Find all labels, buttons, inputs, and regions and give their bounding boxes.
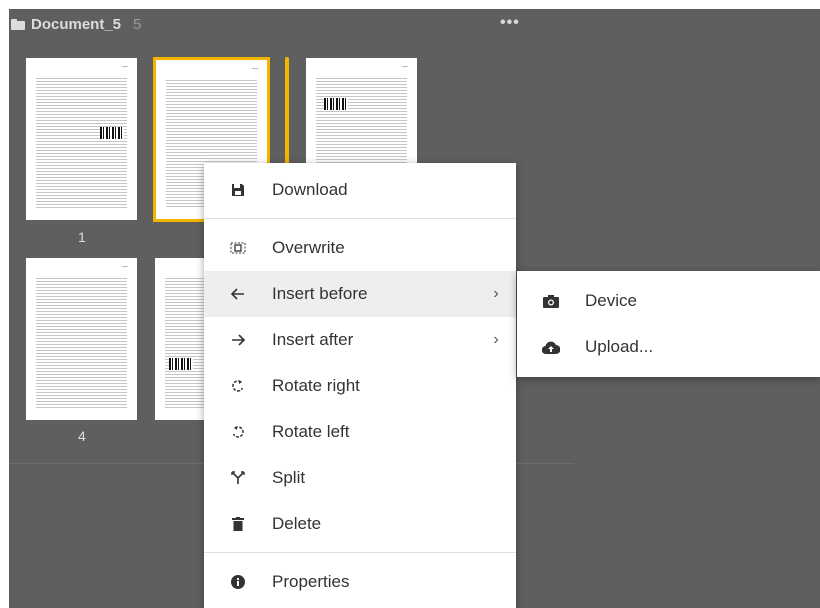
menu-item-properties[interactable]: Properties bbox=[204, 559, 516, 605]
menu-separator bbox=[204, 218, 516, 219]
menu-item-label: Rotate left bbox=[272, 422, 350, 441]
folder-header[interactable]: Document_5 5 bbox=[11, 14, 141, 34]
floppy-icon bbox=[204, 183, 272, 197]
more-horiz-icon[interactable]: ••• bbox=[500, 14, 520, 32]
submenu-item-label: Upload... bbox=[585, 337, 654, 356]
submenu-item-label: Device bbox=[585, 291, 637, 310]
page-thumbnail-4[interactable] bbox=[26, 258, 137, 420]
menu-item-rotate-right[interactable]: Rotate right bbox=[204, 363, 516, 409]
submenu-item-device[interactable]: Device bbox=[517, 278, 820, 324]
menu-item-label: Rotate right bbox=[272, 376, 360, 395]
menu-item-download[interactable]: Download bbox=[204, 167, 516, 213]
split-icon bbox=[204, 471, 272, 485]
page-text-lines bbox=[36, 276, 127, 408]
barcode-image bbox=[169, 358, 193, 370]
context-menu: Download Overwrite Insert before › Inser… bbox=[204, 163, 516, 608]
barcode-image bbox=[100, 127, 124, 139]
page-corner-icon bbox=[402, 66, 408, 71]
page-text-lines bbox=[36, 76, 127, 208]
menu-item-split[interactable]: Split bbox=[204, 455, 516, 501]
menu-item-insert-before[interactable]: Insert before › bbox=[204, 271, 516, 317]
menu-item-label: Split bbox=[272, 468, 306, 487]
folder-title: Document_5 bbox=[31, 15, 122, 33]
menu-item-label: Properties bbox=[272, 572, 350, 591]
chevron-right-icon: › bbox=[493, 285, 499, 302]
menu-item-overwrite[interactable]: Overwrite bbox=[204, 225, 516, 271]
page-thumbnail-1[interactable] bbox=[26, 58, 137, 220]
rotate-left-icon bbox=[204, 425, 272, 439]
trash-icon bbox=[204, 517, 272, 531]
info-icon bbox=[204, 575, 272, 589]
page-corner-icon bbox=[252, 68, 258, 73]
menu-item-label: Insert after bbox=[272, 330, 354, 349]
arrow-left-icon bbox=[204, 288, 272, 300]
menu-item-label: Delete bbox=[272, 514, 322, 533]
rotate-right-icon bbox=[204, 379, 272, 393]
chevron-right-icon: › bbox=[493, 331, 499, 348]
page-number-4: 4 bbox=[78, 428, 86, 444]
folder-icon bbox=[11, 18, 25, 30]
menu-item-delete[interactable]: Delete bbox=[204, 501, 516, 547]
insert-before-submenu: Device Upload... bbox=[517, 271, 820, 377]
submenu-item-upload[interactable]: Upload... bbox=[517, 324, 820, 370]
page-corner-icon bbox=[122, 266, 128, 271]
page-corner-icon bbox=[122, 66, 128, 71]
menu-item-insert-after[interactable]: Insert after › bbox=[204, 317, 516, 363]
menu-item-label: Insert before bbox=[272, 284, 368, 303]
menu-separator bbox=[204, 552, 516, 553]
barcode-image bbox=[324, 98, 348, 110]
menu-item-label: Download bbox=[272, 180, 348, 199]
page-count: 5 bbox=[133, 15, 142, 33]
arrow-right-icon bbox=[204, 334, 272, 346]
menu-item-label: Overwrite bbox=[272, 238, 345, 257]
camera-icon bbox=[517, 294, 585, 308]
page-number-1: 1 bbox=[78, 229, 86, 245]
cloud-upload-icon bbox=[517, 341, 585, 354]
menu-item-rotate-left[interactable]: Rotate left bbox=[204, 409, 516, 455]
overwrite-icon bbox=[204, 241, 272, 255]
